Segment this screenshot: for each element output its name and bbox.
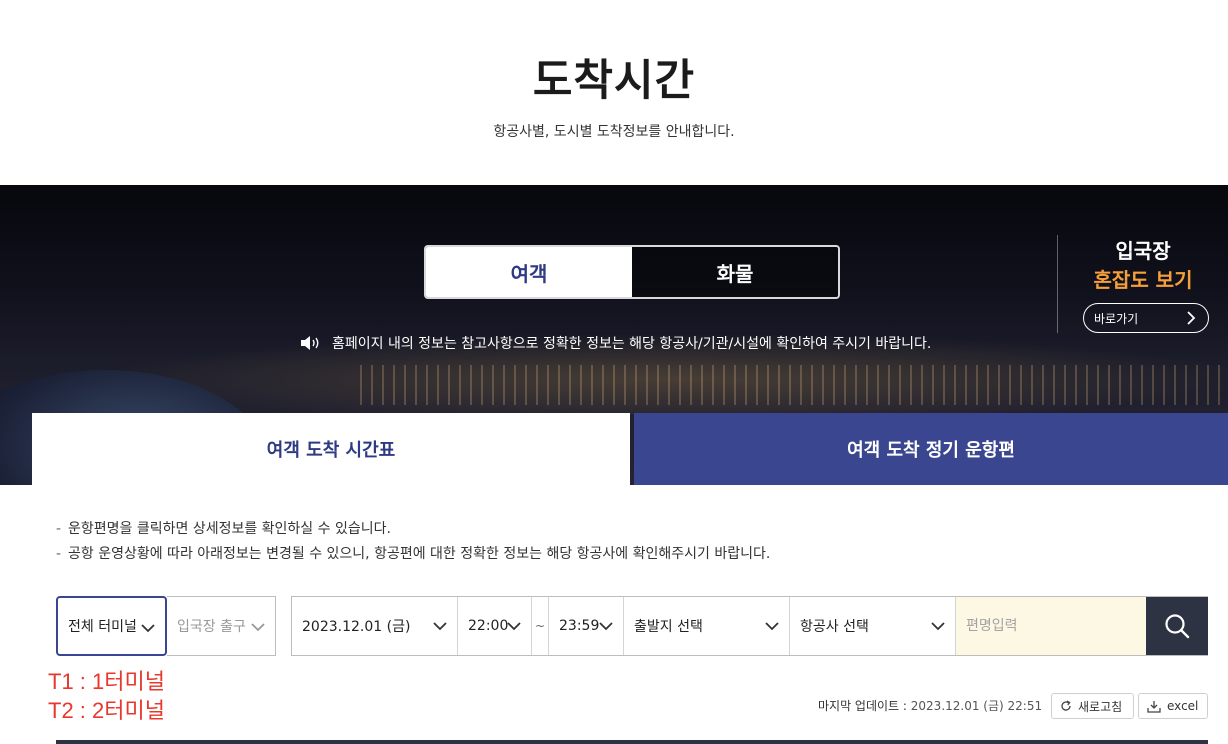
airline-select[interactable]: 항공사 선택 [790,597,956,655]
excel-download-button[interactable]: excel [1138,693,1208,719]
origin-select-value: 출발지 선택 [634,619,703,635]
time-separator: ~ [532,597,549,655]
chevron-right-icon [1187,311,1196,325]
download-icon [1147,700,1161,713]
notice-text: 홈페이지 내의 정보는 참고사항으로 정확한 정보는 해당 항공사/기관/시설에… [332,336,932,352]
search-button[interactable] [1146,597,1208,655]
tab-passenger[interactable]: 여객 [426,247,632,297]
info-item: 운항편명을 클릭하면 상세정보를 확인하실 수 있습니다. [56,517,770,542]
chevron-down-icon [433,622,447,631]
tab-arrival-regular-flights[interactable]: 여객 도착 정기 운항편 [634,413,1228,485]
refresh-button[interactable]: 새로고침 [1051,693,1134,719]
chevron-down-icon [507,622,521,631]
hero-city-lights [360,365,1228,405]
time-from-select[interactable]: 22:00 [458,597,532,655]
search-icon [1165,614,1190,639]
last-update-label: 마지막 업데이트 : [818,699,907,713]
congestion-go-button[interactable]: 바로가기 [1083,303,1209,333]
page-title: 도착시간 [532,56,696,106]
chevron-down-icon [141,624,155,633]
congestion-title: 입국장 [1115,239,1171,263]
table-header-border [56,740,1208,744]
notice: 홈페이지 내의 정보는 참고사항으로 정확한 정보는 해당 항공사/기관/시설에… [300,333,931,353]
exit-select-value: 입국장 출구 [177,619,246,635]
search-filter-group: 2023.12.01 (금) 22:00 ~ 23:59 출발지 선택 항공사 … [291,596,1208,656]
terminal-select[interactable]: 전체 터미널 [56,596,167,656]
time-to-value: 23:59 [559,618,600,634]
airline-select-value: 항공사 선택 [800,619,869,635]
speaker-icon [301,336,319,350]
chevron-down-icon [931,622,945,631]
exit-select[interactable]: 입국장 출구 [167,596,276,656]
terminal-select-value: 전체 터미널 [68,619,137,635]
time-from-value: 22:00 [468,618,509,634]
chevron-down-icon [599,622,613,631]
date-select[interactable]: 2023.12.01 (금) [292,597,458,655]
page-header: 도착시간 항공사별, 도시별 도착정보를 안내합니다. [0,0,1228,185]
info-item: 공항 운영상황에 따라 아래정보는 변경될 수 있으니, 항공편에 대한 정확한… [56,542,770,567]
page-subtitle: 항공사별, 도시별 도착정보를 안내합니다. [493,124,735,140]
flight-number-input[interactable] [956,597,1146,655]
refresh-icon [1061,700,1071,711]
chevron-down-icon [251,623,265,632]
tab-cargo[interactable]: 화물 [632,247,838,297]
go-button-label: 바로가기 [1094,311,1139,326]
info-list: 운항편명을 클릭하면 상세정보를 확인하실 수 있습니다. 공항 운영상황에 따… [56,517,770,567]
time-to-select[interactable]: 23:59 [549,597,624,655]
last-update: 마지막 업데이트 : 2023.12.01 (금) 22:51 [818,697,1042,714]
refresh-label: 새로고침 [1078,699,1123,714]
mode-toggle: 여객 화물 [424,245,840,299]
date-select-value: 2023.12.01 (금) [302,619,411,635]
congestion-subtitle: 혼잡도 보기 [1093,268,1193,292]
congestion-panel: 입국장 혼잡도 보기 바로가기 [1057,235,1228,333]
sub-tabs: 여객 도착 시간표 여객 도착 정기 운항편 [32,413,1228,485]
annotation-t2: T2 : 2터미널 [48,698,165,723]
annotation-t1: T1 : 1터미널 [48,669,165,694]
chevron-down-icon [765,622,779,631]
last-update-value: 2023.12.01 (금) 22:51 [910,699,1043,713]
origin-select[interactable]: 출발지 선택 [624,597,790,655]
excel-label: excel [1167,699,1199,713]
tab-arrival-schedule[interactable]: 여객 도착 시간표 [32,413,630,485]
